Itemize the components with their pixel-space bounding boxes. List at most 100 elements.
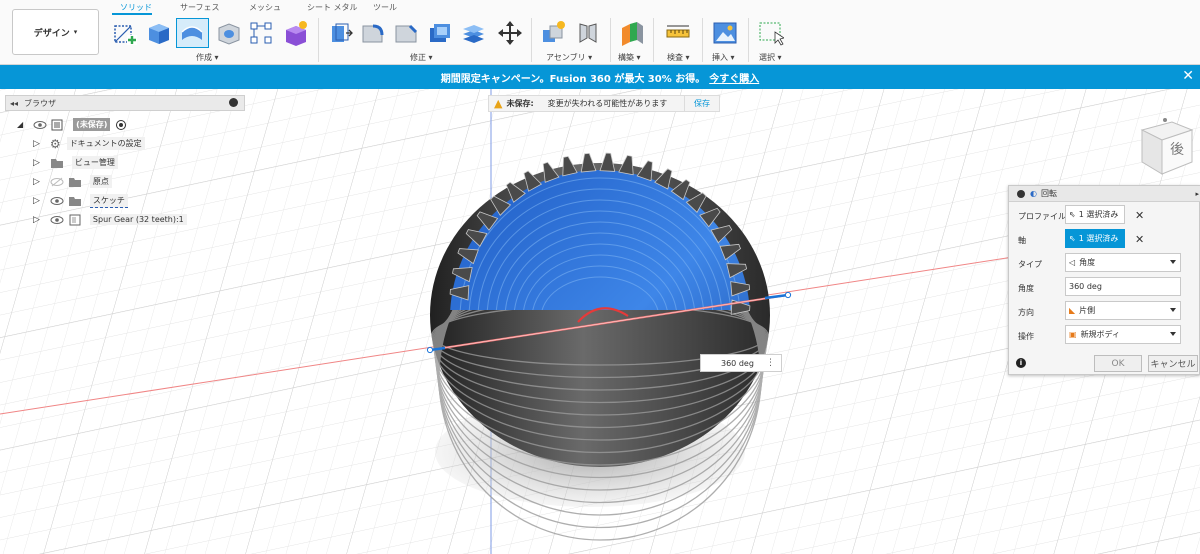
toolbar: デザイン ▾ ソリッド サーフェス メッシュ シート メタル ツール 作成 ▾ … <box>0 0 1200 65</box>
angle-input[interactable]: 360 deg <box>1065 277 1181 296</box>
chevron-down-icon: ▾ <box>73 28 78 36</box>
browser-item-label: ドキュメントの設定 <box>66 137 145 150</box>
buy-now-link[interactable]: 今すぐ購入 <box>709 70 759 85</box>
tab-tools[interactable]: ツール <box>373 2 397 13</box>
expanded-triangle-icon[interactable]: ◢ <box>17 120 23 129</box>
browser-item-label: ビュー管理 <box>71 156 118 169</box>
toolbar-divider <box>748 18 749 62</box>
axis-selection[interactable]: ⇖ 1 選択済み <box>1065 229 1125 248</box>
angle-manipulator-input[interactable]: 360 deg ⋮ <box>700 354 782 372</box>
browser-item[interactable]: ▷ ⚙ ドキュメントの設定 <box>33 135 145 152</box>
eye-icon[interactable] <box>50 215 64 225</box>
revolve-icon[interactable] <box>179 20 205 46</box>
angle-type-icon: ◁ <box>1069 258 1076 267</box>
browser-item-label: Spur Gear (32 teeth):1 <box>89 214 187 225</box>
toolbar-divider <box>702 18 703 62</box>
browser-item[interactable]: ▷ Spur Gear (32 teeth):1 <box>33 211 187 228</box>
warning-icon: ▲ <box>494 97 503 110</box>
browser-item-label: スケッチ <box>89 193 128 208</box>
clear-profile-icon[interactable]: ✕ <box>1135 209 1144 222</box>
hole-icon[interactable] <box>215 20 241 46</box>
chamfer-icon[interactable] <box>393 20 419 46</box>
revolve-small-icon: ◐ <box>1030 189 1037 198</box>
create-group-label[interactable]: 作成 ▾ <box>196 52 219 63</box>
clear-axis-icon[interactable]: ✕ <box>1135 233 1144 246</box>
inspect-group-label[interactable]: 検査 ▾ <box>667 52 690 63</box>
eye-icon[interactable] <box>50 196 64 206</box>
collapsed-triangle-icon[interactable]: ▷ <box>33 177 40 187</box>
component-icon <box>69 214 81 225</box>
ok-button[interactable]: OK <box>1094 355 1142 372</box>
folder-icon <box>50 158 63 168</box>
collapsed-triangle-icon[interactable]: ▷ <box>33 196 40 206</box>
promo-banner: 期間限定キャンペーン。Fusion 360 が最大 30% お得。 今すぐ購入 … <box>0 65 1200 89</box>
unsaved-notice: ▲ 未保存: 変更が失われる可能性があります 保存 <box>488 95 720 112</box>
shell-icon[interactable] <box>426 20 452 46</box>
chevron-down-icon <box>1170 332 1176 336</box>
collapsed-triangle-icon[interactable]: ▷ <box>33 215 40 225</box>
modify-group-label[interactable]: 修正 ▾ <box>410 52 433 63</box>
close-icon[interactable]: ✕ <box>1182 69 1194 83</box>
browser-root-row[interactable]: ◢ (未保存) <box>17 116 127 133</box>
collapsed-triangle-icon[interactable]: ▷ <box>33 139 40 149</box>
direction-icon: ◣ <box>1069 306 1076 315</box>
banner-text: 期間限定キャンペーン。Fusion 360 が最大 30% お得。 <box>440 73 706 85</box>
type-dropdown[interactable]: ◁ 角度 <box>1065 253 1181 272</box>
browser-title: ブラウザ <box>24 98 57 108</box>
browser-header: ◂◂ ブラウザ <box>5 95 245 111</box>
browser-panel: ◂◂ ブラウザ ◢ (未保存) ▷ ⚙ ドキュメントの設定 ▷ ビュー管理 ▷ … <box>5 95 245 231</box>
workspace-switcher[interactable]: デザイン ▾ <box>12 9 99 55</box>
save-button[interactable]: 保存 <box>684 96 719 111</box>
new-component-icon[interactable] <box>540 20 566 46</box>
cancel-button[interactable]: キャンセル <box>1148 355 1198 372</box>
toolbar-divider <box>653 18 654 62</box>
viewcube[interactable]: 後 <box>1132 108 1196 180</box>
tab-sheet-metal[interactable]: シート メタル <box>307 2 358 13</box>
collapse-icon[interactable]: ◂◂ <box>10 99 18 108</box>
create-sketch-icon[interactable] <box>112 20 138 46</box>
toolbar-divider <box>318 18 319 62</box>
insert-group-label[interactable]: 挿入 ▾ <box>712 52 735 63</box>
combine-icon[interactable] <box>460 20 486 46</box>
assemble-group-label[interactable]: アセンブリ ▾ <box>546 52 592 63</box>
select-icon[interactable] <box>758 20 784 46</box>
extrude-icon[interactable] <box>145 20 171 46</box>
profile-selection[interactable]: ⇖ 1 選択済み <box>1065 205 1125 224</box>
joint-icon[interactable] <box>575 20 601 46</box>
press-pull-icon[interactable] <box>328 20 354 46</box>
more-options-icon[interactable]: ⋮ <box>766 358 775 368</box>
viewcube-face-label: 後 <box>1170 142 1184 158</box>
direction-dropdown[interactable]: ◣ 片側 <box>1065 301 1181 320</box>
minimize-icon[interactable] <box>229 98 238 107</box>
pattern-icon[interactable] <box>248 20 274 46</box>
unsaved-label: 未保存: <box>506 99 534 108</box>
toolbar-divider <box>610 18 611 62</box>
fillet-icon[interactable] <box>360 20 386 46</box>
tab-solid[interactable]: ソリッド <box>120 2 152 13</box>
info-icon[interactable]: i <box>1016 358 1026 368</box>
insert-image-icon[interactable] <box>712 20 738 46</box>
active-radio-icon[interactable] <box>116 119 127 130</box>
offset-plane-icon[interactable] <box>619 20 645 46</box>
measure-icon[interactable] <box>665 20 691 46</box>
axis-label: 軸 <box>1018 236 1026 245</box>
browser-item-label: 原点 <box>89 175 112 188</box>
move-icon[interactable] <box>497 20 523 46</box>
folder-icon <box>68 177 81 187</box>
tab-surface[interactable]: サーフェス <box>180 2 220 13</box>
gear-settings-icon: ⚙ <box>49 136 61 151</box>
expand-right-icon[interactable]: ▸ <box>1195 190 1199 198</box>
operation-dropdown[interactable]: ▣ 新規ボディ <box>1065 325 1181 344</box>
browser-item[interactable]: ▷ スケッチ <box>33 192 128 209</box>
collapsed-triangle-icon[interactable]: ▷ <box>33 158 40 168</box>
eye-hidden-icon[interactable] <box>50 177 64 187</box>
browser-item[interactable]: ▷ ビュー管理 <box>33 154 118 171</box>
browser-item[interactable]: ▷ 原点 <box>33 173 112 190</box>
eye-icon[interactable] <box>33 120 47 130</box>
construct-group-label[interactable]: 構築 ▾ <box>618 52 641 63</box>
collapse-dialog-icon[interactable] <box>1017 189 1025 198</box>
tab-mesh[interactable]: メッシュ <box>249 2 281 13</box>
pointer-icon: ⇖ <box>1069 210 1076 219</box>
create-form-icon[interactable] <box>282 20 308 46</box>
select-group-label[interactable]: 選択 ▾ <box>759 52 782 63</box>
